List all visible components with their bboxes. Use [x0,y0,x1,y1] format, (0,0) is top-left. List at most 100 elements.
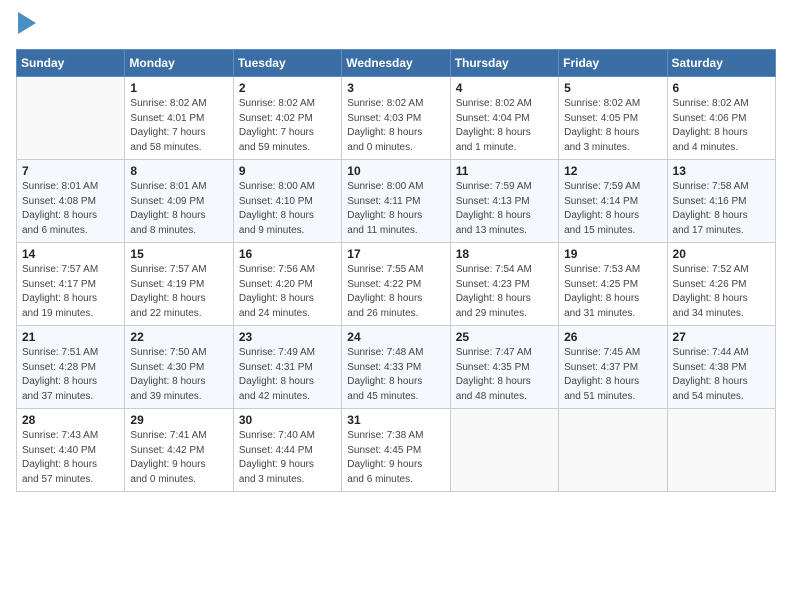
day-info: Sunrise: 7:53 AM Sunset: 4:25 PM Dayligh… [564,263,661,321]
calendar-cell: 18 Sunrise: 7:54 AM Sunset: 4:23 PM Dayli… [450,243,558,326]
calendar-cell: 11Sunrise: 7:59 AM Sunset: 4:13 PM Dayli… [450,160,558,243]
calendar-cell: 27 Sunrise: 7:44 AM Sunset: 4:38 PM Dayli… [667,326,775,409]
calendar-cell: 8 Sunrise: 8:01 AM Sunset: 4:09 PM Daylig… [125,160,233,243]
day-number: 8 [130,164,227,178]
calendar-cell: 21Sunrise: 7:51 AM Sunset: 4:28 PM Dayli… [17,326,125,409]
calendar-cell [450,409,558,492]
calendar-cell: 1Sunrise: 8:02 AM Sunset: 4:01 PM Daylig… [125,77,233,160]
weekday-header-sunday: Sunday [17,50,125,77]
day-number: 31 [347,413,444,427]
calendar-cell: 26Sunrise: 7:45 AM Sunset: 4:37 PM Dayli… [559,326,667,409]
day-info: Sunrise: 8:02 AM Sunset: 4:05 PM Dayligh… [564,97,661,155]
calendar-table: SundayMondayTuesdayWednesdayThursdayFrid… [16,49,776,492]
day-info: Sunrise: 7:50 AM Sunset: 4:30 PM Dayligh… [130,346,227,404]
day-number: 14 [22,247,119,261]
day-info: Sunrise: 7:48 AM Sunset: 4:33 PM Dayligh… [347,346,444,404]
day-info: Sunrise: 7:58 AM Sunset: 4:16 PM Dayligh… [673,180,770,238]
day-number: 12 [564,164,661,178]
calendar-cell: 29 Sunrise: 7:41 AM Sunset: 4:42 PM Dayli… [125,409,233,492]
day-info: Sunrise: 7:54 AM Sunset: 4:23 PM Dayligh… [456,263,553,321]
day-number: 13 [673,164,770,178]
weekday-header-tuesday: Tuesday [233,50,341,77]
day-number: 15 [130,247,227,261]
calendar-cell: 19 Sunrise: 7:53 AM Sunset: 4:25 PM Dayli… [559,243,667,326]
day-number: 3 [347,81,444,95]
calendar-week-row: 1Sunrise: 8:02 AM Sunset: 4:01 PM Daylig… [17,77,776,160]
day-info: Sunrise: 7:40 AM Sunset: 4:44 PM Dayligh… [239,429,336,487]
page-header [16,16,776,39]
day-number: 20 [673,247,770,261]
day-number: 21 [22,330,119,344]
weekday-header-wednesday: Wednesday [342,50,450,77]
calendar-cell: 30 Sunrise: 7:40 AM Sunset: 4:44 PM Dayli… [233,409,341,492]
day-info: Sunrise: 7:57 AM Sunset: 4:17 PM Dayligh… [22,263,119,321]
day-info: Sunrise: 7:38 AM Sunset: 4:45 PM Dayligh… [347,429,444,487]
day-info: Sunrise: 8:02 AM Sunset: 4:06 PM Dayligh… [673,97,770,155]
day-info: Sunrise: 7:59 AM Sunset: 4:14 PM Dayligh… [564,180,661,238]
calendar-cell: 24 Sunrise: 7:48 AM Sunset: 4:33 PM Dayli… [342,326,450,409]
day-number: 24 [347,330,444,344]
calendar-cell: 12 Sunrise: 7:59 AM Sunset: 4:14 PM Dayli… [559,160,667,243]
calendar-cell: 16Sunrise: 7:56 AM Sunset: 4:20 PM Dayli… [233,243,341,326]
day-number: 26 [564,330,661,344]
day-number: 5 [564,81,661,95]
calendar-week-row: 21Sunrise: 7:51 AM Sunset: 4:28 PM Dayli… [17,326,776,409]
day-number: 25 [456,330,553,344]
day-info: Sunrise: 7:49 AM Sunset: 4:31 PM Dayligh… [239,346,336,404]
day-number: 11 [456,164,553,178]
day-info: Sunrise: 8:00 AM Sunset: 4:10 PM Dayligh… [239,180,336,238]
day-number: 9 [239,164,336,178]
day-info: Sunrise: 7:52 AM Sunset: 4:26 PM Dayligh… [673,263,770,321]
day-number: 7 [22,164,119,178]
calendar-cell: 22 Sunrise: 7:50 AM Sunset: 4:30 PM Dayli… [125,326,233,409]
day-info: Sunrise: 8:02 AM Sunset: 4:04 PM Dayligh… [456,97,553,155]
day-info: Sunrise: 7:43 AM Sunset: 4:40 PM Dayligh… [22,429,119,487]
calendar-cell: 25 Sunrise: 7:47 AM Sunset: 4:35 PM Dayli… [450,326,558,409]
weekday-header-row: SundayMondayTuesdayWednesdayThursdayFrid… [17,50,776,77]
logo-arrow-icon [18,12,36,34]
day-info: Sunrise: 8:00 AM Sunset: 4:11 PM Dayligh… [347,180,444,238]
calendar-cell: 7Sunrise: 8:01 AM Sunset: 4:08 PM Daylig… [17,160,125,243]
day-number: 19 [564,247,661,261]
calendar-cell: 13 Sunrise: 7:58 AM Sunset: 4:16 PM Dayli… [667,160,775,243]
day-number: 29 [130,413,227,427]
day-number: 18 [456,247,553,261]
calendar-cell [17,77,125,160]
day-info: Sunrise: 8:02 AM Sunset: 4:03 PM Dayligh… [347,97,444,155]
day-info: Sunrise: 8:02 AM Sunset: 4:02 PM Dayligh… [239,97,336,155]
calendar-cell [559,409,667,492]
day-number: 23 [239,330,336,344]
calendar-week-row: 28 Sunrise: 7:43 AM Sunset: 4:40 PM Dayli… [17,409,776,492]
calendar-cell: 23 Sunrise: 7:49 AM Sunset: 4:31 PM Dayli… [233,326,341,409]
calendar-week-row: 7Sunrise: 8:01 AM Sunset: 4:08 PM Daylig… [17,160,776,243]
calendar-cell: 10Sunrise: 8:00 AM Sunset: 4:11 PM Dayli… [342,160,450,243]
day-number: 27 [673,330,770,344]
weekday-header-monday: Monday [125,50,233,77]
day-info: Sunrise: 7:47 AM Sunset: 4:35 PM Dayligh… [456,346,553,404]
day-number: 28 [22,413,119,427]
day-info: Sunrise: 7:41 AM Sunset: 4:42 PM Dayligh… [130,429,227,487]
calendar-cell: 31 Sunrise: 7:38 AM Sunset: 4:45 PM Dayli… [342,409,450,492]
calendar-cell: 20 Sunrise: 7:52 AM Sunset: 4:26 PM Dayli… [667,243,775,326]
day-info: Sunrise: 8:02 AM Sunset: 4:01 PM Dayligh… [130,97,227,155]
calendar-cell: 15 Sunrise: 7:57 AM Sunset: 4:19 PM Dayli… [125,243,233,326]
weekday-header-thursday: Thursday [450,50,558,77]
day-number: 16 [239,247,336,261]
day-info: Sunrise: 7:57 AM Sunset: 4:19 PM Dayligh… [130,263,227,321]
day-number: 30 [239,413,336,427]
calendar-cell [667,409,775,492]
day-info: Sunrise: 8:01 AM Sunset: 4:09 PM Dayligh… [130,180,227,238]
calendar-cell: 28 Sunrise: 7:43 AM Sunset: 4:40 PM Dayli… [17,409,125,492]
calendar-cell: 9 Sunrise: 8:00 AM Sunset: 4:10 PM Daylig… [233,160,341,243]
day-number: 22 [130,330,227,344]
day-number: 6 [673,81,770,95]
weekday-header-friday: Friday [559,50,667,77]
calendar-cell: 3 Sunrise: 8:02 AM Sunset: 4:03 PM Daylig… [342,77,450,160]
day-info: Sunrise: 7:44 AM Sunset: 4:38 PM Dayligh… [673,346,770,404]
logo [16,16,36,39]
calendar-cell: 2Sunrise: 8:02 AM Sunset: 4:02 PM Daylig… [233,77,341,160]
calendar-cell: 4Sunrise: 8:02 AM Sunset: 4:04 PM Daylig… [450,77,558,160]
calendar-cell: 14 Sunrise: 7:57 AM Sunset: 4:17 PM Dayli… [17,243,125,326]
calendar-cell: 6 Sunrise: 8:02 AM Sunset: 4:06 PM Daylig… [667,77,775,160]
day-number: 17 [347,247,444,261]
